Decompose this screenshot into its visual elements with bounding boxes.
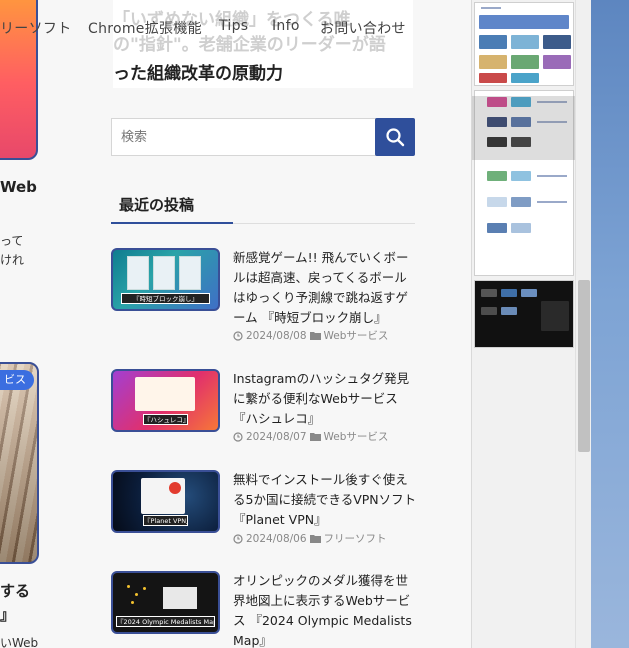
thumb-caption: 『時短ブロック崩し』 xyxy=(121,293,210,304)
post-thumbnail[interactable]: 『2024 Olympic Medalists Map』 xyxy=(111,571,220,634)
minimap-image xyxy=(481,307,497,315)
minimap-image xyxy=(487,197,507,207)
scrollbar-thumb[interactable] xyxy=(578,280,590,452)
nav-item-freesoft[interactable]: リーソフト xyxy=(0,18,72,38)
minimap-image xyxy=(511,35,539,49)
minimap-image xyxy=(481,289,497,297)
post-category[interactable]: フリーソフト xyxy=(324,531,387,546)
minimap-image xyxy=(543,55,571,69)
minimap-image xyxy=(487,223,507,233)
post-date: 2024/08/07 xyxy=(246,430,307,443)
thumb-caption: 『Planet VPN』 xyxy=(143,515,188,526)
left-partial-column: Web って けれ ビス する 』 いWeb xyxy=(0,0,75,648)
minimap-viewport[interactable] xyxy=(472,96,576,160)
minimap-image xyxy=(541,301,569,331)
thumb-dot xyxy=(143,587,146,590)
nav-item-info[interactable]: Info xyxy=(272,18,300,34)
thumb-chart xyxy=(163,587,197,609)
clock-icon xyxy=(233,533,243,544)
search-icon xyxy=(386,128,405,147)
minimap-line xyxy=(481,7,501,9)
post-thumbnail[interactable]: 『時短ブロック崩し』 xyxy=(111,248,220,311)
minimap-image xyxy=(521,289,537,297)
clock-icon xyxy=(233,431,243,442)
left-fragment-text: って xyxy=(0,234,24,248)
minimap-image xyxy=(501,289,517,297)
post-title-link[interactable]: 無料でインストール後すぐ使える5か国に接続できるVPNソフト 『Planet V… xyxy=(233,470,417,530)
left-fragment-text: けれ xyxy=(0,253,25,267)
folder-icon xyxy=(309,535,321,543)
main-content: 「いずめない組織」をつくる唯 の"指針"。老舗企業のリーダーが語 った組織改革の… xyxy=(75,0,471,648)
minimap-image xyxy=(479,15,569,29)
post-date: 2024/08/08 xyxy=(246,329,307,342)
thumb-dot xyxy=(131,601,134,604)
left-fragment-title: 』 xyxy=(0,606,16,624)
search-input[interactable] xyxy=(111,118,377,156)
minimap-image xyxy=(487,171,507,181)
recent-posts-title: 最近の投稿 xyxy=(119,196,195,214)
minimap-image xyxy=(501,307,517,315)
thumb-dot xyxy=(127,585,130,588)
article-title: った組織改革の原動力 xyxy=(113,64,283,84)
thumb-window xyxy=(153,256,175,290)
minimap-image xyxy=(511,171,531,181)
post-title-link[interactable]: 新感覚ゲーム!! 飛んでいくボールは超高速、戻ってくるボールはゆっくり予測線で跳… xyxy=(233,248,417,328)
nav-item-tips[interactable]: Tips xyxy=(219,18,248,34)
nav-item-chrome-extensions[interactable]: Chrome拡張機能 xyxy=(88,18,202,38)
minimap-image xyxy=(543,35,571,49)
post-thumbnail[interactable]: 『ハシュレコ』 xyxy=(111,369,220,432)
page-minimap[interactable] xyxy=(471,0,576,648)
vertical-scrollbar[interactable] xyxy=(575,0,591,648)
minimap-page xyxy=(474,280,574,348)
post-category[interactable]: Webサービス xyxy=(324,328,389,343)
clock-icon xyxy=(233,330,243,341)
recent-posts-heading: 最近の投稿 xyxy=(111,190,415,224)
minimap-line xyxy=(537,201,567,203)
post-category[interactable]: Webサービス xyxy=(324,429,389,444)
minimap-line xyxy=(537,175,567,177)
top-navigation: リーソフト Chrome拡張機能 Tips Info お問い合わせ xyxy=(0,18,470,46)
thumb-caption: 『ハシュレコ』 xyxy=(143,414,188,425)
post-meta: 2024/08/08 Webサービス xyxy=(233,328,388,343)
thumb-window xyxy=(179,256,201,290)
minimap-image xyxy=(479,73,507,83)
thumb-dot xyxy=(135,593,138,596)
left-fragment-title: Web xyxy=(0,178,37,196)
minimap-page xyxy=(474,2,574,86)
thumb-caption: 『2024 Olympic Medalists Map』 xyxy=(116,616,215,627)
nav-item-contact[interactable]: お問い合わせ xyxy=(320,18,406,38)
post-thumbnail[interactable]: 『Planet VPN』 xyxy=(111,470,220,533)
category-badge: ビス xyxy=(0,370,34,390)
post-date: 2024/08/06 xyxy=(246,532,307,545)
minimap-image xyxy=(479,55,507,69)
left-fragment-text: いWeb xyxy=(0,636,39,648)
minimap-image xyxy=(479,35,507,49)
thumb-logo xyxy=(169,482,181,494)
minimap-image xyxy=(511,197,531,207)
minimap-image xyxy=(511,55,539,69)
search-form xyxy=(111,118,415,156)
search-button[interactable] xyxy=(375,118,415,156)
thumb-window xyxy=(127,256,149,290)
desktop-background xyxy=(591,0,629,648)
minimap-image xyxy=(511,73,539,83)
left-card-thumbnail[interactable] xyxy=(0,362,39,564)
left-fragment-title: する xyxy=(0,582,31,600)
post-title-link[interactable]: Instagramのハッシュタグ発見に繋がる便利なWebサービス 『ハシュレコ』 xyxy=(233,369,417,429)
folder-icon xyxy=(309,332,321,340)
thumb-panel xyxy=(135,377,195,411)
folder-icon xyxy=(309,433,321,441)
post-meta: 2024/08/06 フリーソフト xyxy=(233,531,387,546)
post-title-link[interactable]: オリンピックのメダル獲得を世界地図上に表示するWebサービス 『2024 Oly… xyxy=(233,571,417,648)
heading-underline xyxy=(111,222,233,224)
minimap-image xyxy=(511,223,531,233)
post-meta: 2024/08/07 Webサービス xyxy=(233,429,388,444)
